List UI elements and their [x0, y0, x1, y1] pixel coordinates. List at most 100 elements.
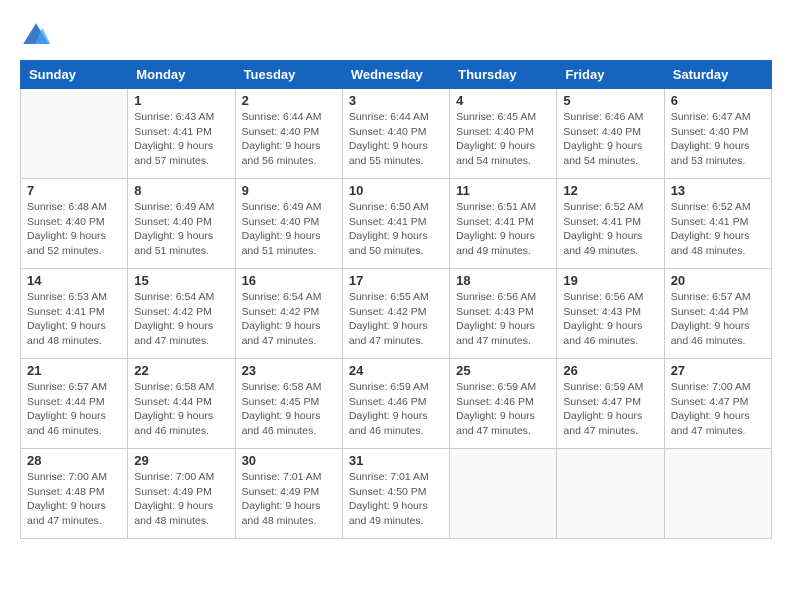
calendar-week-row: 28 Sunrise: 7:00 AM Sunset: 4:48 PM Dayli…: [21, 449, 772, 539]
day-info: Sunrise: 7:01 AM Sunset: 4:50 PM Dayligh…: [349, 470, 443, 529]
day-info: Sunrise: 6:49 AM Sunset: 4:40 PM Dayligh…: [242, 200, 336, 259]
day-number: 14: [27, 273, 121, 288]
day-info: Sunrise: 7:00 AM Sunset: 4:49 PM Dayligh…: [134, 470, 228, 529]
calendar-cell: 13 Sunrise: 6:52 AM Sunset: 4:41 PM Dayli…: [664, 179, 771, 269]
calendar-cell: 1 Sunrise: 6:43 AM Sunset: 4:41 PM Daylig…: [128, 89, 235, 179]
day-info: Sunrise: 6:53 AM Sunset: 4:41 PM Dayligh…: [27, 290, 121, 349]
day-info: Sunrise: 6:48 AM Sunset: 4:40 PM Dayligh…: [27, 200, 121, 259]
calendar-cell: [664, 449, 771, 539]
day-number: 9: [242, 183, 336, 198]
day-info: Sunrise: 6:58 AM Sunset: 4:44 PM Dayligh…: [134, 380, 228, 439]
day-info: Sunrise: 7:00 AM Sunset: 4:47 PM Dayligh…: [671, 380, 765, 439]
day-info: Sunrise: 6:57 AM Sunset: 4:44 PM Dayligh…: [671, 290, 765, 349]
calendar-cell: 18 Sunrise: 6:56 AM Sunset: 4:43 PM Dayli…: [450, 269, 557, 359]
day-number: 11: [456, 183, 550, 198]
day-info: Sunrise: 6:45 AM Sunset: 4:40 PM Dayligh…: [456, 110, 550, 169]
calendar-weekday-sunday: Sunday: [21, 61, 128, 89]
day-number: 30: [242, 453, 336, 468]
day-number: 8: [134, 183, 228, 198]
calendar-cell: 23Sunrise: 6:58 AM Sunset: 4:45 PM Dayli…: [235, 359, 342, 449]
calendar-cell: 16Sunrise: 6:54 AM Sunset: 4:42 PM Dayli…: [235, 269, 342, 359]
calendar-cell: 17 Sunrise: 6:55 AM Sunset: 4:42 PM Dayli…: [342, 269, 449, 359]
calendar-cell: 3 Sunrise: 6:44 AM Sunset: 4:40 PM Daylig…: [342, 89, 449, 179]
day-number: 19: [563, 273, 657, 288]
day-info: Sunrise: 6:54 AM Sunset: 4:42 PM Dayligh…: [134, 290, 228, 349]
calendar-cell: 4 Sunrise: 6:45 AM Sunset: 4:40 PM Daylig…: [450, 89, 557, 179]
day-number: 1: [134, 93, 228, 108]
day-number: 10: [349, 183, 443, 198]
calendar-header-row: SundayMondayTuesdayWednesdayThursdayFrid…: [21, 61, 772, 89]
calendar-cell: 10Sunrise: 6:50 AM Sunset: 4:41 PM Dayli…: [342, 179, 449, 269]
day-info: Sunrise: 6:51 AM Sunset: 4:41 PM Dayligh…: [456, 200, 550, 259]
logo: [20, 20, 56, 52]
day-number: 16: [242, 273, 336, 288]
calendar-cell: 11 Sunrise: 6:51 AM Sunset: 4:41 PM Dayli…: [450, 179, 557, 269]
calendar-cell: 29 Sunrise: 7:00 AM Sunset: 4:49 PM Dayli…: [128, 449, 235, 539]
day-number: 2: [242, 93, 336, 108]
calendar-table: SundayMondayTuesdayWednesdayThursdayFrid…: [20, 60, 772, 539]
day-info: Sunrise: 7:01 AM Sunset: 4:49 PM Dayligh…: [242, 470, 336, 529]
calendar-cell: 20 Sunrise: 6:57 AM Sunset: 4:44 PM Dayli…: [664, 269, 771, 359]
day-number: 26: [563, 363, 657, 378]
calendar-cell: 27Sunrise: 7:00 AM Sunset: 4:47 PM Dayli…: [664, 359, 771, 449]
day-number: 18: [456, 273, 550, 288]
day-number: 17: [349, 273, 443, 288]
calendar-week-row: 21Sunrise: 6:57 AM Sunset: 4:44 PM Dayli…: [21, 359, 772, 449]
day-info: Sunrise: 6:52 AM Sunset: 4:41 PM Dayligh…: [671, 200, 765, 259]
calendar-cell: 21Sunrise: 6:57 AM Sunset: 4:44 PM Dayli…: [21, 359, 128, 449]
calendar-cell: 12 Sunrise: 6:52 AM Sunset: 4:41 PM Dayli…: [557, 179, 664, 269]
page-header: [20, 20, 772, 52]
day-info: Sunrise: 6:52 AM Sunset: 4:41 PM Dayligh…: [563, 200, 657, 259]
day-info: Sunrise: 7:00 AM Sunset: 4:48 PM Dayligh…: [27, 470, 121, 529]
calendar-cell: 22 Sunrise: 6:58 AM Sunset: 4:44 PM Dayli…: [128, 359, 235, 449]
day-info: Sunrise: 6:59 AM Sunset: 4:46 PM Dayligh…: [456, 380, 550, 439]
calendar-cell: 25 Sunrise: 6:59 AM Sunset: 4:46 PM Dayli…: [450, 359, 557, 449]
day-number: 7: [27, 183, 121, 198]
logo-icon: [20, 20, 52, 52]
day-info: Sunrise: 6:44 AM Sunset: 4:40 PM Dayligh…: [242, 110, 336, 169]
day-number: 31: [349, 453, 443, 468]
calendar-cell: 2 Sunrise: 6:44 AM Sunset: 4:40 PM Daylig…: [235, 89, 342, 179]
day-number: 4: [456, 93, 550, 108]
day-info: Sunrise: 6:56 AM Sunset: 4:43 PM Dayligh…: [456, 290, 550, 349]
day-number: 12: [563, 183, 657, 198]
day-number: 25: [456, 363, 550, 378]
day-number: 23: [242, 363, 336, 378]
calendar-week-row: 14 Sunrise: 6:53 AM Sunset: 4:41 PM Dayli…: [21, 269, 772, 359]
day-number: 6: [671, 93, 765, 108]
calendar-cell: 31 Sunrise: 7:01 AM Sunset: 4:50 PM Dayli…: [342, 449, 449, 539]
day-info: Sunrise: 6:46 AM Sunset: 4:40 PM Dayligh…: [563, 110, 657, 169]
calendar-cell: 9 Sunrise: 6:49 AM Sunset: 4:40 PM Daylig…: [235, 179, 342, 269]
calendar-week-row: 1 Sunrise: 6:43 AM Sunset: 4:41 PM Daylig…: [21, 89, 772, 179]
day-number: 28: [27, 453, 121, 468]
calendar-cell: 15 Sunrise: 6:54 AM Sunset: 4:42 PM Dayli…: [128, 269, 235, 359]
day-number: 3: [349, 93, 443, 108]
calendar-cell: 19Sunrise: 6:56 AM Sunset: 4:43 PM Dayli…: [557, 269, 664, 359]
day-number: 13: [671, 183, 765, 198]
day-number: 20: [671, 273, 765, 288]
day-info: Sunrise: 6:55 AM Sunset: 4:42 PM Dayligh…: [349, 290, 443, 349]
calendar-cell: 5Sunrise: 6:46 AM Sunset: 4:40 PM Daylig…: [557, 89, 664, 179]
calendar-cell: 28 Sunrise: 7:00 AM Sunset: 4:48 PM Dayli…: [21, 449, 128, 539]
day-info: Sunrise: 6:59 AM Sunset: 4:46 PM Dayligh…: [349, 380, 443, 439]
calendar-cell: 24Sunrise: 6:59 AM Sunset: 4:46 PM Dayli…: [342, 359, 449, 449]
day-number: 15: [134, 273, 228, 288]
day-number: 29: [134, 453, 228, 468]
calendar-weekday-saturday: Saturday: [664, 61, 771, 89]
day-info: Sunrise: 6:59 AM Sunset: 4:47 PM Dayligh…: [563, 380, 657, 439]
calendar-cell: 14 Sunrise: 6:53 AM Sunset: 4:41 PM Dayli…: [21, 269, 128, 359]
calendar-cell: 7 Sunrise: 6:48 AM Sunset: 4:40 PM Daylig…: [21, 179, 128, 269]
day-number: 21: [27, 363, 121, 378]
calendar-cell: 8Sunrise: 6:49 AM Sunset: 4:40 PM Daylig…: [128, 179, 235, 269]
calendar-weekday-wednesday: Wednesday: [342, 61, 449, 89]
calendar-cell: [557, 449, 664, 539]
calendar-weekday-thursday: Thursday: [450, 61, 557, 89]
calendar-cell: 6 Sunrise: 6:47 AM Sunset: 4:40 PM Daylig…: [664, 89, 771, 179]
day-number: 22: [134, 363, 228, 378]
day-info: Sunrise: 6:44 AM Sunset: 4:40 PM Dayligh…: [349, 110, 443, 169]
day-info: Sunrise: 6:43 AM Sunset: 4:41 PM Dayligh…: [134, 110, 228, 169]
calendar-weekday-monday: Monday: [128, 61, 235, 89]
calendar-weekday-tuesday: Tuesday: [235, 61, 342, 89]
day-info: Sunrise: 6:47 AM Sunset: 4:40 PM Dayligh…: [671, 110, 765, 169]
calendar-cell: [450, 449, 557, 539]
